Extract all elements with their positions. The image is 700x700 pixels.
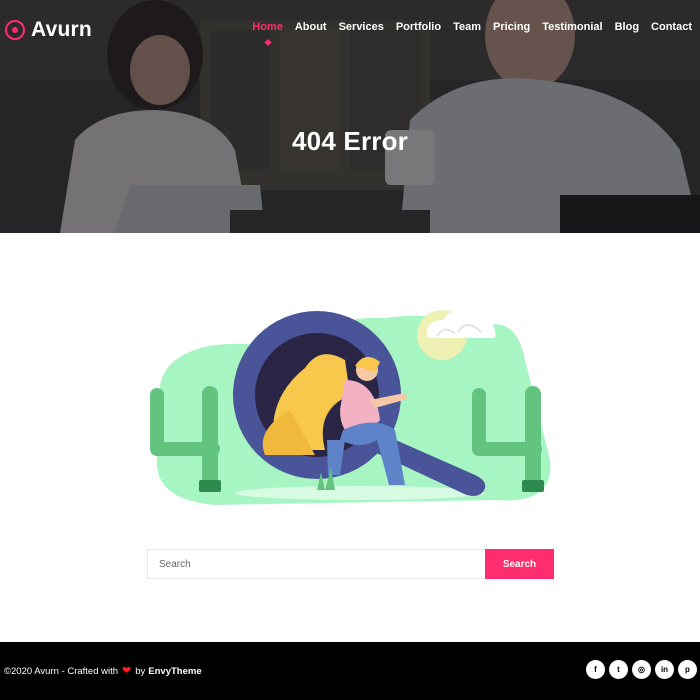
copyright-text: ©2020 Avurn - Crafted with bbox=[4, 666, 119, 677]
search-input[interactable] bbox=[147, 549, 485, 579]
pinterest-icon[interactable]: p bbox=[678, 660, 697, 679]
twitter-icon[interactable]: t bbox=[609, 660, 628, 679]
linkedin-icon[interactable]: in bbox=[655, 660, 674, 679]
nav-item-contact[interactable]: Contact bbox=[645, 21, 698, 33]
social-links: f t ◎ in p bbox=[586, 660, 697, 679]
by-text: by bbox=[135, 666, 146, 677]
nav-item-services[interactable]: Services bbox=[333, 21, 390, 33]
nav-item-team[interactable]: Team bbox=[447, 21, 487, 33]
nav-item-about[interactable]: About bbox=[289, 21, 333, 33]
nav-item-pricing[interactable]: Pricing bbox=[487, 21, 536, 33]
404-illustration bbox=[150, 309, 551, 505]
nav-item-portfolio[interactable]: Portfolio bbox=[390, 21, 447, 33]
search-button[interactable]: Search bbox=[485, 549, 554, 579]
page: Avurn Home About Services Portfolio Team… bbox=[0, 0, 700, 700]
footer-brand-link[interactable]: EnvyTheme bbox=[148, 666, 201, 677]
heart-icon: ❤ bbox=[122, 665, 132, 677]
navbar: Avurn Home About Services Portfolio Team… bbox=[0, 0, 700, 58]
search-form: Search bbox=[147, 549, 554, 579]
footer: ©2020 Avurn - Crafted with ❤ by EnvyThem… bbox=[0, 642, 700, 700]
page-title: 404 Error bbox=[292, 126, 408, 156]
instagram-icon[interactable]: ◎ bbox=[632, 660, 651, 679]
logo-text: Avurn bbox=[31, 18, 92, 41]
logo-circle-icon bbox=[5, 20, 25, 40]
nav-item-blog[interactable]: Blog bbox=[609, 21, 645, 33]
hero-banner: Avurn Home About Services Portfolio Team… bbox=[0, 0, 700, 233]
nav-item-home[interactable]: Home bbox=[246, 21, 289, 33]
nav-item-testimonial[interactable]: Testimonial bbox=[536, 21, 608, 33]
logo[interactable]: Avurn bbox=[5, 17, 92, 43]
copyright: ©2020 Avurn - Crafted with ❤ by EnvyThem… bbox=[4, 665, 202, 678]
facebook-icon[interactable]: f bbox=[586, 660, 605, 679]
main-nav: Home About Services Portfolio Team Prici… bbox=[246, 21, 698, 33]
